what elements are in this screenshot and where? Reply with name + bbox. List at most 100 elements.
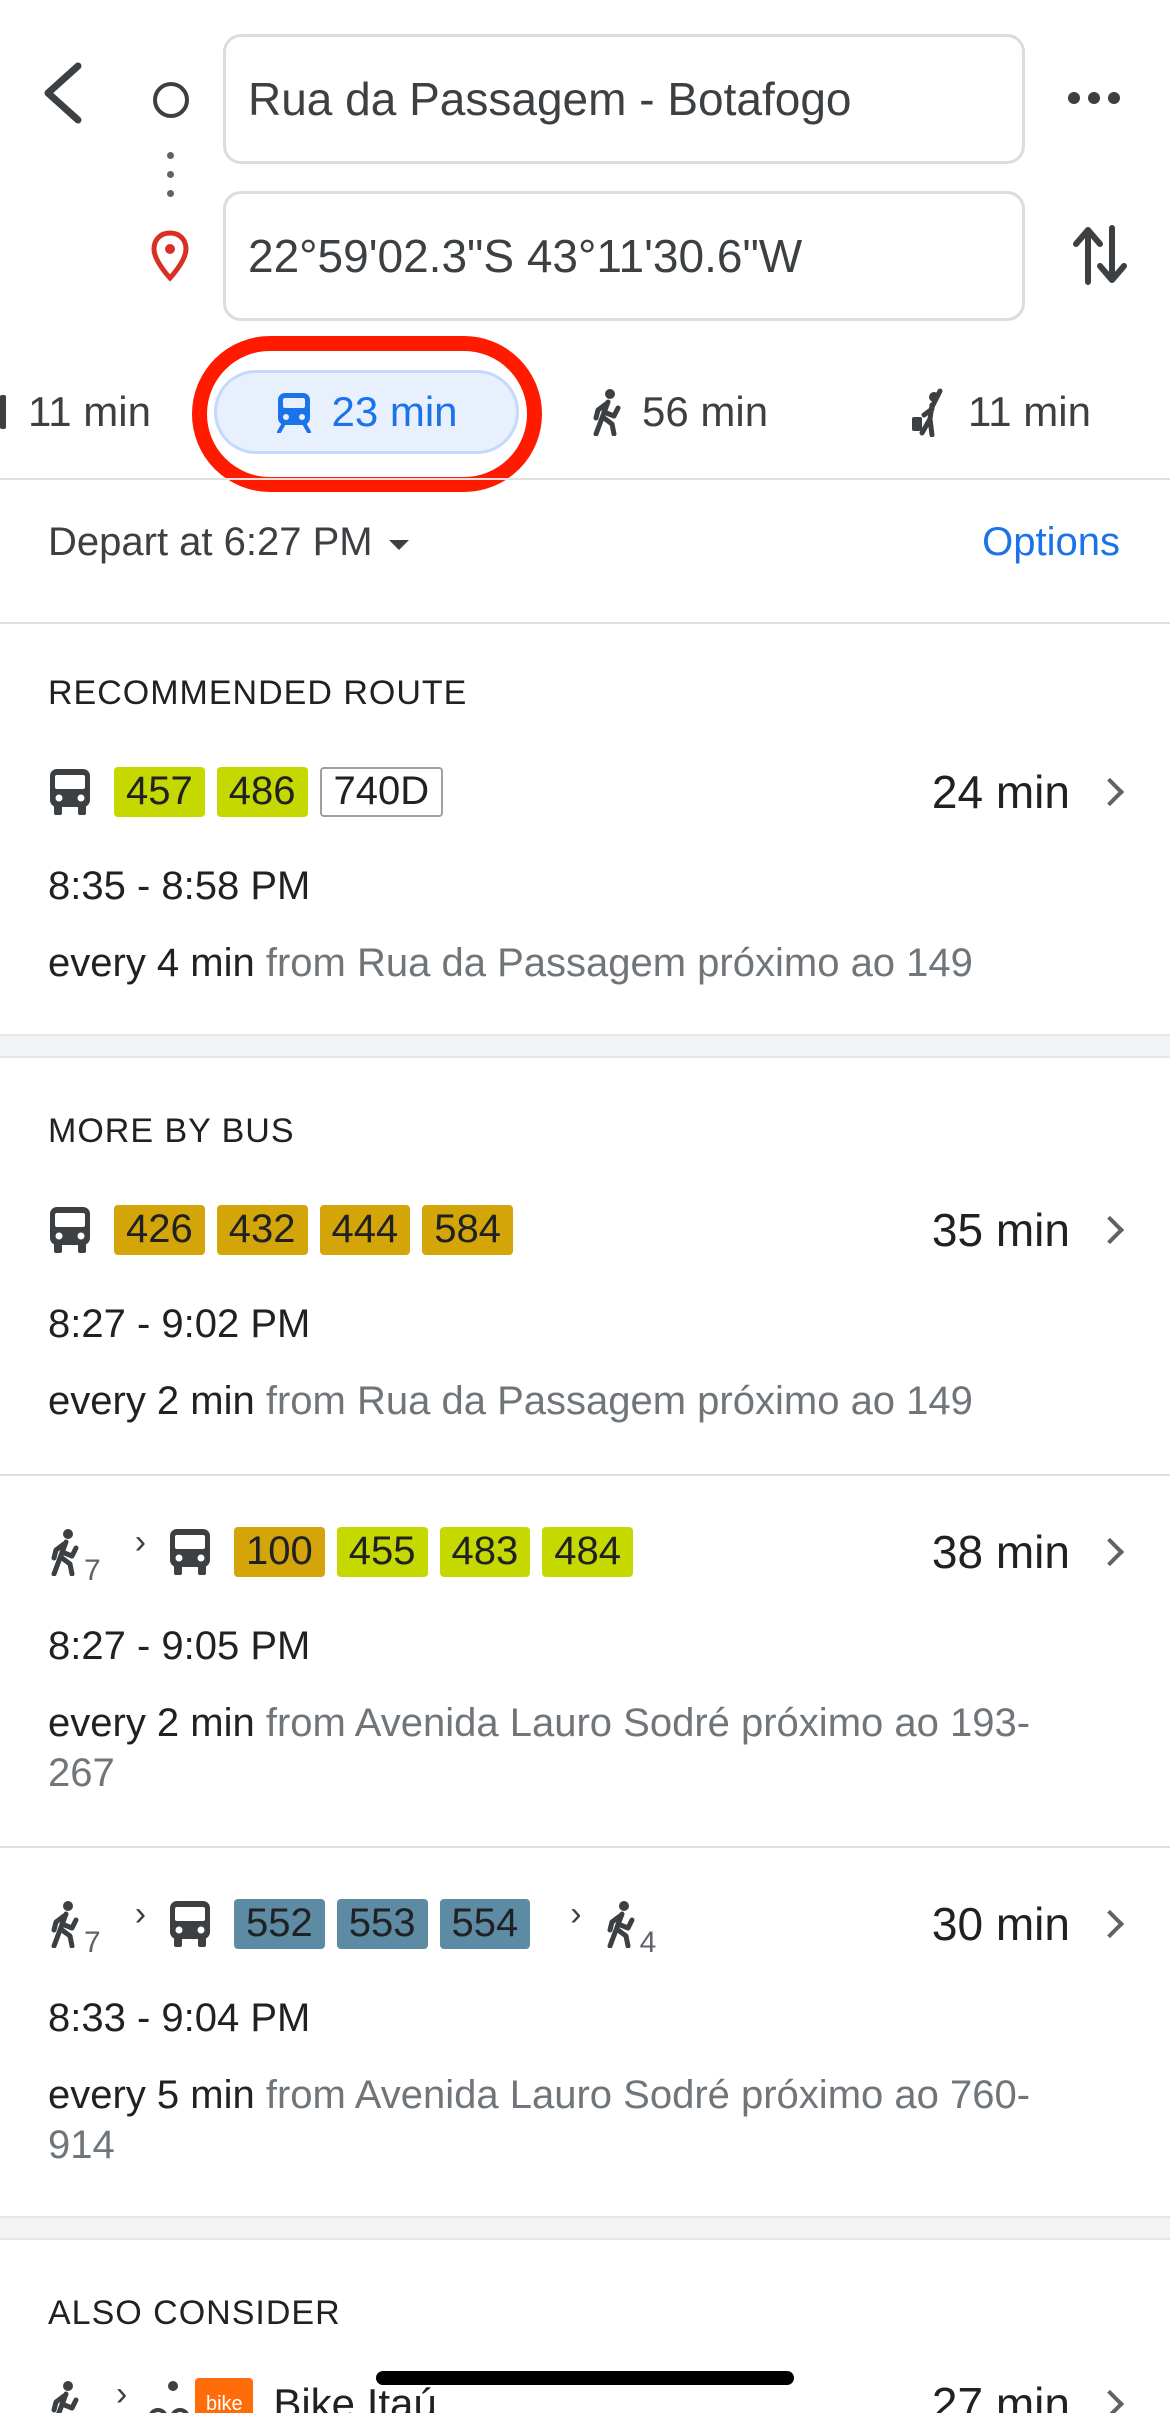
tab-driving[interactable]: 11 min: [0, 370, 151, 454]
destination-pin-icon: [150, 230, 190, 282]
route-frequency: every 2 min from Rua da Passagem próximo…: [48, 1376, 1088, 1426]
route-frequency: every 2 min from Avenida Lauro Sodré pró…: [48, 1698, 1088, 1798]
route-duration: 35 min: [931, 1202, 1125, 1258]
chevron-small-icon: ›: [570, 1894, 582, 1933]
route-time-range: 8:35 - 8:58 PM: [48, 864, 311, 908]
departure-stop: from Rua da Passagem próximo ao 149: [265, 941, 973, 985]
origin-circle-icon: [153, 82, 189, 118]
swap-locations-button[interactable]: [1072, 222, 1128, 288]
more-options-button[interactable]: [1068, 86, 1128, 110]
route-duration: 30 min: [931, 1896, 1125, 1952]
line-badge: 553: [336, 1899, 428, 1949]
line-badge: 455: [336, 1527, 428, 1577]
route-duration: 24 min: [931, 764, 1125, 820]
bus-icon: [48, 1205, 96, 1255]
route-frequency: every 4 min from Rua da Passagem próximo…: [48, 938, 1088, 988]
line-badge: 483: [439, 1527, 531, 1577]
tab-ride-hailing-label: 11 min: [968, 388, 1091, 435]
bus-icon: [48, 767, 96, 817]
route-time-range: 8:27 - 9:05 PM: [48, 1624, 311, 1668]
walk-icon: 7: [48, 1528, 101, 1587]
origin-input[interactable]: Rua da Passagem - Botafogo: [223, 34, 1025, 164]
walk-minutes: 4: [639, 1926, 657, 1959]
swap-icon: [1073, 225, 1127, 285]
chevron-small-icon: ›: [116, 2374, 128, 2413]
divider: [0, 1846, 1170, 1848]
route-time-range: 8:33 - 9:04 PM: [48, 1996, 311, 2040]
dropdown-caret-icon: [388, 539, 409, 550]
divider: [0, 478, 1170, 480]
route-duration-label: 27 min: [931, 2378, 1070, 2413]
chevron-right-icon: [1095, 1909, 1125, 1939]
bike-brand-logo: bike: [195, 2378, 254, 2413]
walk-icon: 4: [604, 1900, 656, 1959]
route-card[interactable]: 457 486 740D 24 min 8:35 - 8:58 PM every…: [0, 764, 1170, 1028]
route-frequency: every 5 min from Avenida Lauro Sodré pró…: [48, 2070, 1088, 2170]
line-badge: 432: [216, 1205, 308, 1255]
tab-driving-label: 11 min: [28, 388, 151, 435]
section-heading-also-consider: ALSO CONSIDER: [48, 2294, 341, 2332]
frequency-label: every 2 min: [48, 1379, 255, 1423]
route-lines: 426 432 444 584: [48, 1202, 525, 1258]
route-duration-label: 38 min: [931, 1526, 1070, 1578]
line-badge: 552: [234, 1899, 325, 1949]
bus-icon: [168, 1527, 216, 1577]
route-lines: 457 486 740D: [48, 764, 455, 820]
divider: [0, 1474, 1170, 1476]
route-duration: 27 min: [931, 2376, 1125, 2413]
back-button[interactable]: [40, 62, 90, 124]
destination-input[interactable]: 22°59'02.3"S 43°11'30.6"W: [223, 191, 1025, 321]
line-badge: 426: [114, 1205, 205, 1255]
chevron-small-icon: ›: [134, 1522, 147, 1561]
route-duration: 38 min: [931, 1524, 1125, 1580]
depart-time-label: Depart at 6:27 PM: [48, 520, 373, 564]
route-card[interactable]: 7 › 552 553 554 › 4 30 min 8:33 - 9:04 P…: [0, 1894, 1170, 2216]
tab-walking[interactable]: 56 min: [590, 370, 768, 454]
divider: [0, 622, 1170, 624]
chevron-right-icon: [1095, 1537, 1125, 1567]
line-badge: 100: [234, 1527, 325, 1577]
route-lines: 7 › 100 455 483 484: [48, 1522, 645, 1587]
route-duration-label: 35 min: [931, 1204, 1070, 1256]
tab-ride-hailing[interactable]: 11 min: [910, 370, 1091, 454]
route-duration-label: 24 min: [931, 766, 1070, 818]
walk-icon: 7: [48, 1900, 101, 1959]
bus-icon: [168, 1899, 216, 1949]
bike-icon: [149, 2380, 189, 2413]
walk-icon: [590, 388, 624, 436]
route-lines: 7 › 552 553 554 › 4: [48, 1894, 662, 1959]
chevron-right-icon: [1095, 2389, 1125, 2413]
options-button[interactable]: Options: [982, 520, 1120, 565]
back-arrow-icon: [44, 62, 82, 124]
section-separator: [0, 2216, 1170, 2240]
line-badge: 484: [542, 1527, 634, 1577]
line-badge: 457: [114, 767, 205, 817]
route-dots-icon: [166, 152, 176, 204]
line-badge: 486: [216, 767, 308, 817]
section-separator: [0, 1034, 1170, 1058]
route-duration-label: 30 min: [931, 1898, 1070, 1950]
ride-hailing-icon: [910, 387, 950, 437]
line-badge: 444: [319, 1205, 411, 1255]
tab-walking-label: 56 min: [642, 388, 769, 435]
line-badge: 584: [422, 1205, 513, 1255]
frequency-label: every 4 min: [48, 941, 255, 985]
route-card[interactable]: 426 432 444 584 35 min 8:27 - 9:02 PM ev…: [0, 1202, 1170, 1466]
depart-time-selector[interactable]: Depart at 6:27 PM: [48, 520, 409, 565]
frequency-label: every 2 min: [48, 1701, 255, 1745]
line-badge: 554: [439, 1899, 531, 1949]
line-badge: 740D: [319, 767, 444, 817]
chevron-small-icon: ›: [134, 1894, 147, 1933]
chevron-right-icon: [1095, 1215, 1125, 1245]
walk-icon: [48, 2380, 82, 2413]
home-indicator: [376, 2371, 794, 2385]
walk-minutes: 7: [84, 1554, 101, 1587]
route-time-range: 8:27 - 9:02 PM: [48, 1302, 311, 1346]
section-heading-more-by-bus: MORE BY BUS: [48, 1112, 295, 1150]
frequency-label: every 5 min: [48, 2073, 255, 2117]
section-heading-recommended: RECOMMENDED ROUTE: [48, 674, 468, 712]
car-icon: [0, 395, 6, 429]
departure-stop: from Rua da Passagem próximo ao 149: [265, 1379, 973, 1423]
route-card[interactable]: 7 › 100 455 483 484 38 min 8:27 - 9:05 P…: [0, 1522, 1170, 1844]
highlight-annotation: [192, 336, 542, 492]
